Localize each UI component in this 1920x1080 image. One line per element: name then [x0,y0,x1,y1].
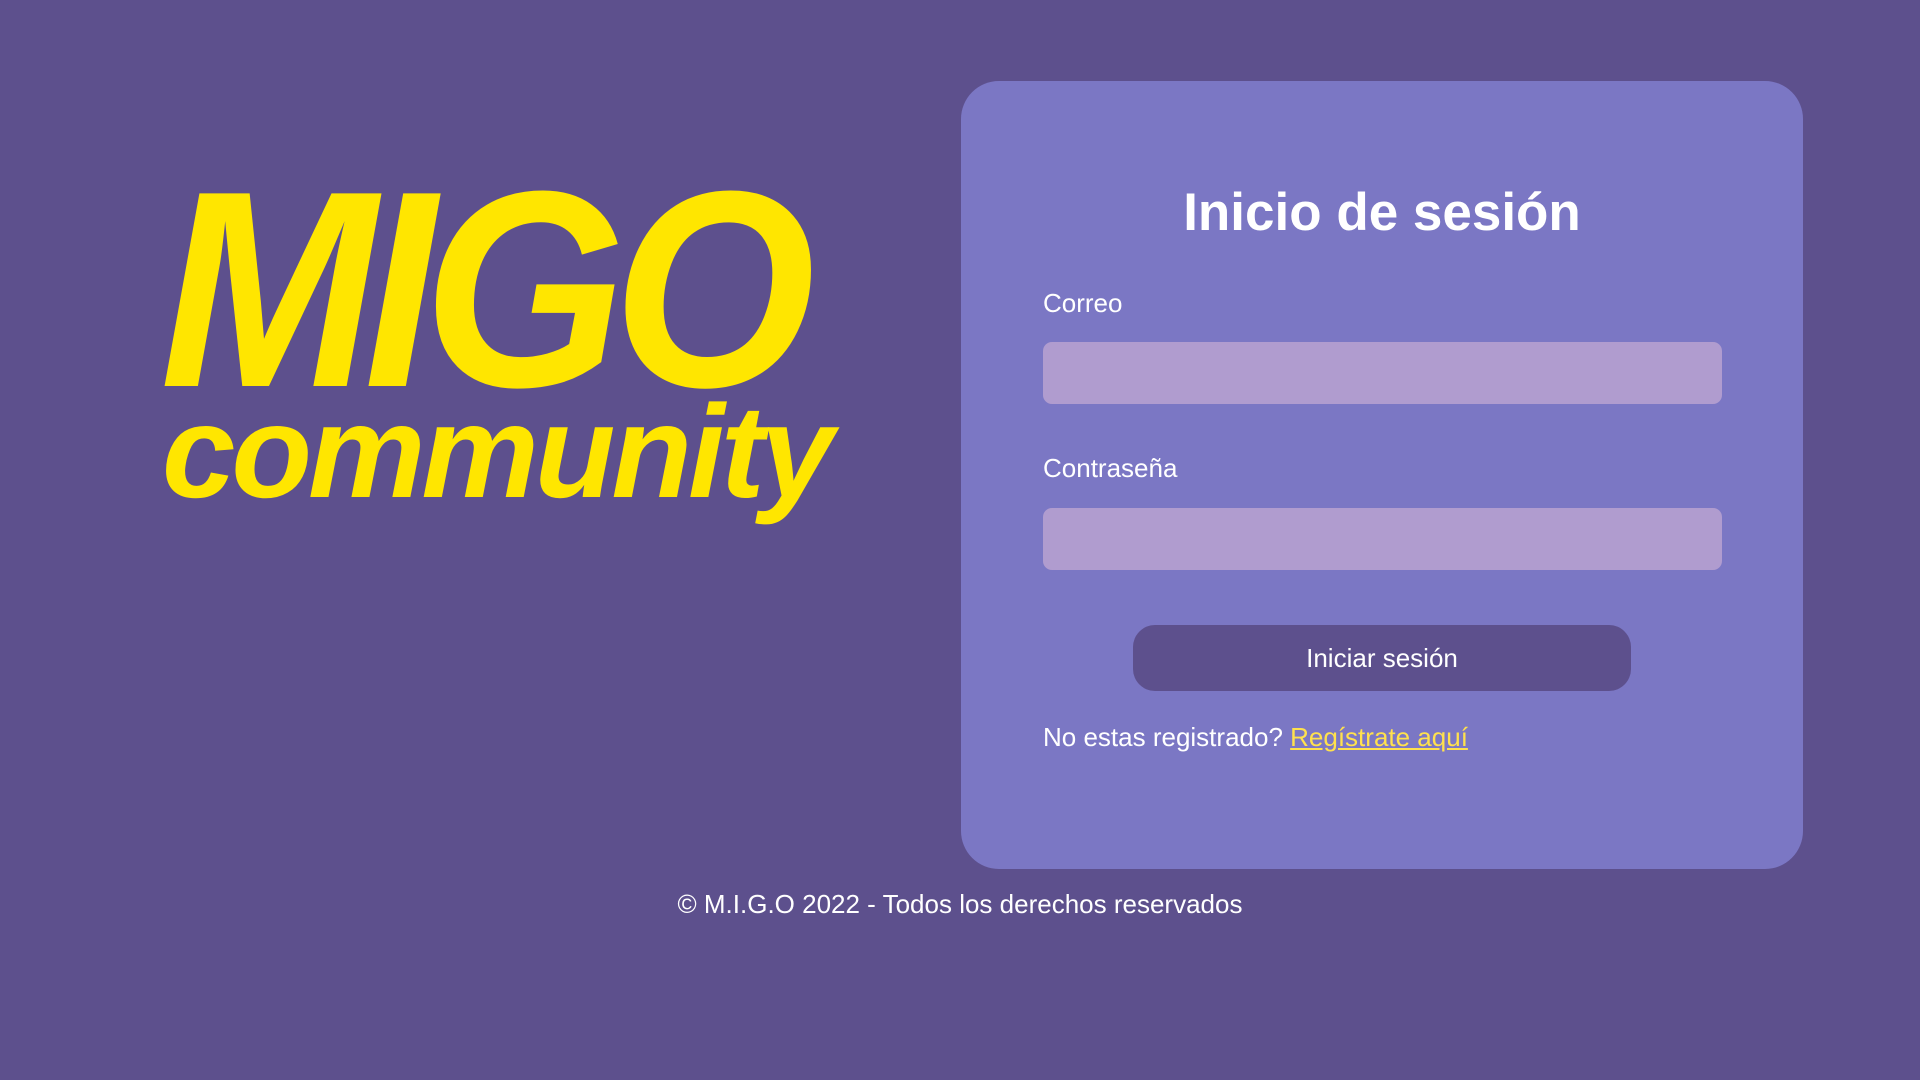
register-prompt-line: No estas registrado? Regístrate aquí [1043,721,1468,753]
email-label: Correo [1043,288,1123,318]
logo-main-text: MIGO [160,134,815,446]
footer-copyright: © M.I.G.O 2022 - Todos los derechos rese… [677,889,1243,919]
migo-community-logo: MIGO community [160,134,920,530]
password-label: Contraseña [1043,453,1178,483]
register-link[interactable]: Regístrate aquí [1290,722,1468,752]
login-title: Inicio de sesión [1183,183,1581,242]
register-prompt-text: No estas registrado? [1043,722,1283,752]
email-field[interactable] [1043,342,1722,404]
logo-sub-text: community [162,378,834,525]
password-field[interactable] [1043,508,1722,570]
login-card: Inicio de sesión Correo Contraseña Inici… [961,81,1803,869]
login-button[interactable]: Iniciar sesión [1133,625,1631,691]
login-page: MIGO community Inicio de sesión Correo C… [0,0,1920,1080]
